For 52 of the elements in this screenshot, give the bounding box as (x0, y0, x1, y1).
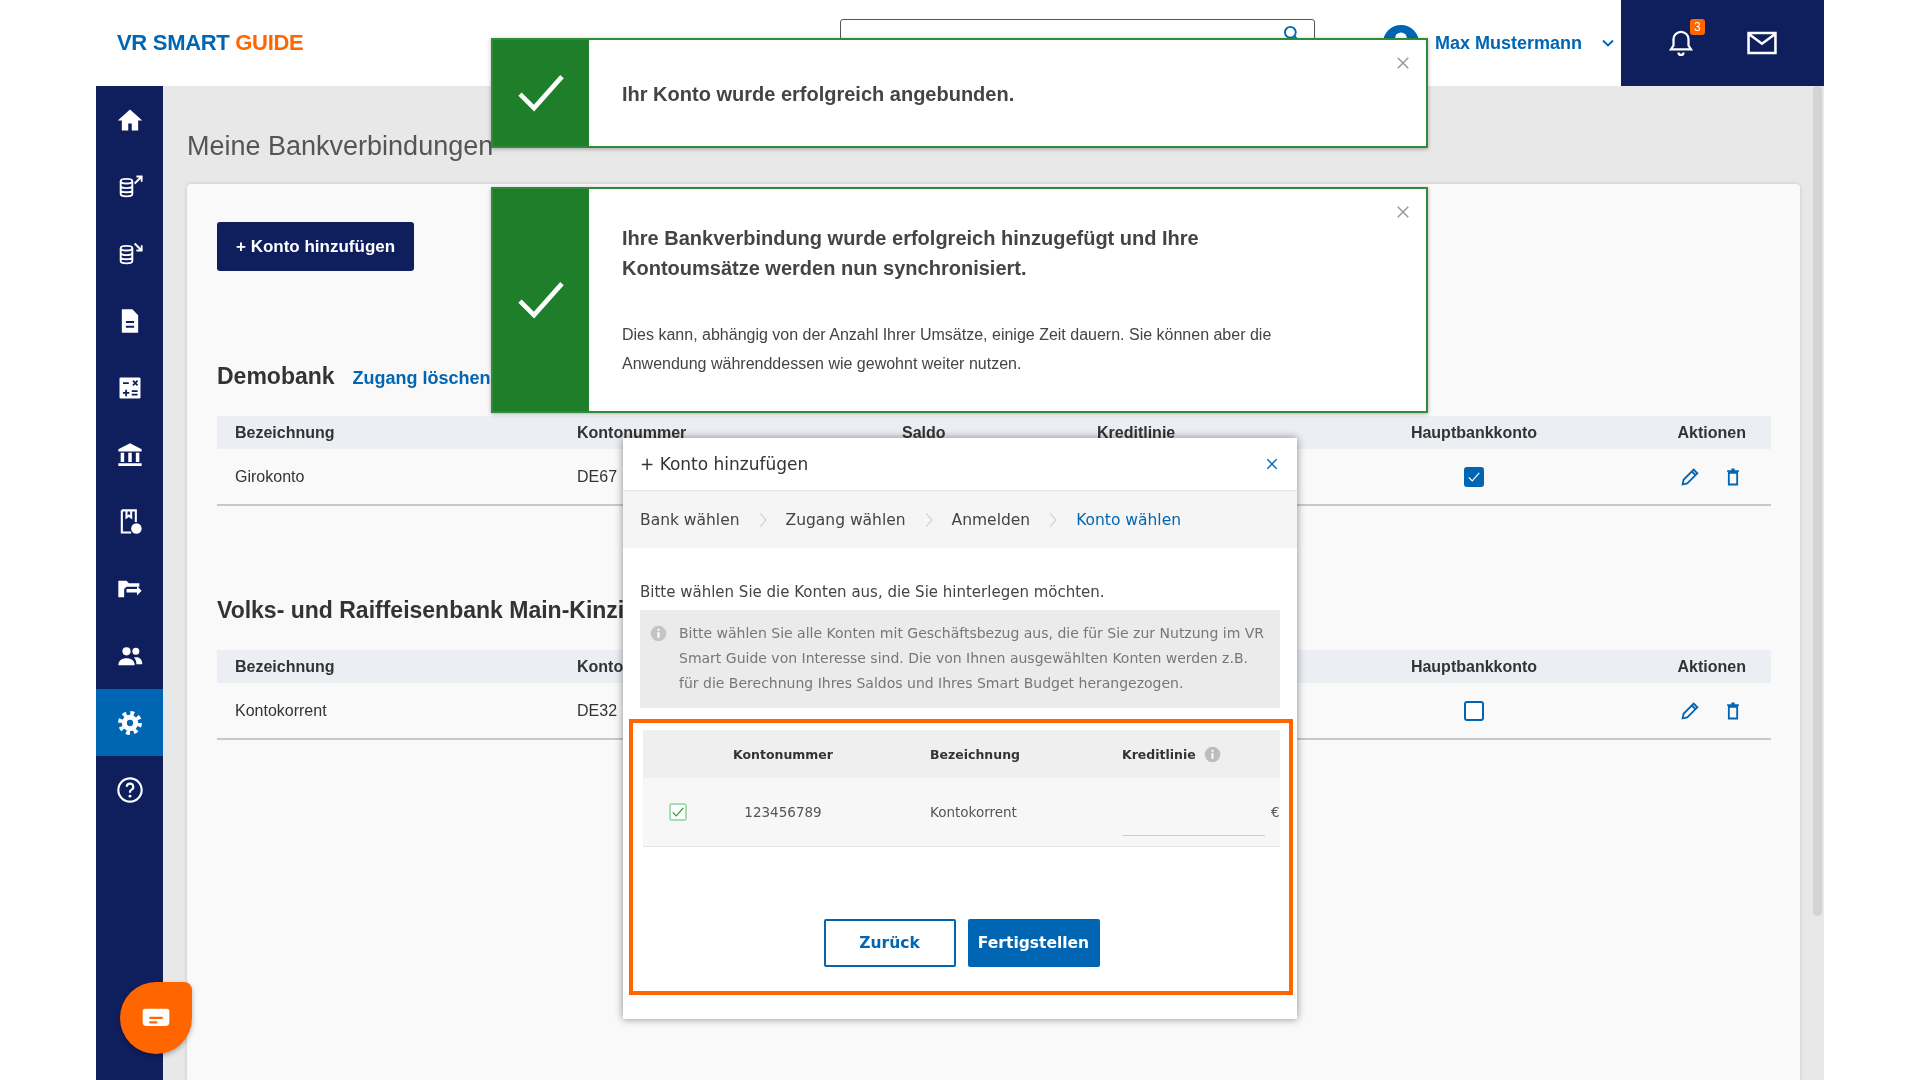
settings-icon (115, 708, 144, 737)
close-button[interactable] (1394, 203, 1412, 221)
user-name[interactable]: Max Mustermann (1435, 32, 1583, 54)
close-icon (1264, 456, 1280, 472)
step-tab[interactable]: Konto wählen (1076, 510, 1181, 529)
toast-title: Ihre Bankverbindung wurde erfolgreich hinzugefügt und Ihre Kontoumsätze werden nun synchronisiert. (622, 226, 1200, 281)
column-header: Hauptbankkonto (1410, 423, 1538, 442)
close-button[interactable] (1264, 456, 1280, 472)
dialog-title: + Konto hinzufügen (640, 454, 809, 474)
info-text: Bitte wählen Sie alle Konten mit Geschäftsbezug aus, die für Sie zur Nutzung im VR Smart Guide von Interesse sind. Die von Ihnen ausgewählten Konten werden z.B. für die Berechnung Ihres Saldos und Ihres Smart Budget herangezogen. (679, 625, 1265, 691)
column-header: Kreditlinie (1122, 746, 1196, 762)
add-account-button[interactable]: + Konto hinzufügen (217, 222, 415, 271)
step-tab[interactable]: Anmelden (951, 510, 1031, 529)
app-logo: VR SMART GUIDE (117, 30, 304, 56)
close-icon (1394, 54, 1412, 72)
column-header: Kontonummer (576, 423, 687, 442)
column-header: Saldo (902, 423, 946, 442)
checkbox[interactable] (1464, 700, 1484, 721)
column-header: Aktionen (1677, 423, 1746, 442)
scrollbar[interactable] (1813, 86, 1822, 916)
column-header: Kreditlinie (1097, 423, 1176, 442)
bank-name: Demobank (217, 363, 335, 390)
delete-access-link[interactable]: Zugang löschen (352, 368, 491, 389)
back-button[interactable]: Zurück (823, 919, 956, 967)
step-tab[interactable]: Bank wählen (640, 510, 740, 529)
notification-badge: 3 (1690, 19, 1705, 35)
checkbox[interactable] (1464, 466, 1484, 487)
column-header: Konto (576, 657, 624, 676)
table-cell-text: DE32 (576, 701, 618, 720)
table-cell: 123456789 (744, 804, 822, 820)
instruction-text: Bitte wählen Sie die Konten aus, die Sie hinterlegen möchten. (640, 583, 1106, 601)
toast-title: Ihr Konto wurde erfolgreich angebunden. (622, 82, 1016, 107)
info-icon (650, 625, 667, 642)
column-header: Kontonummer (733, 746, 833, 762)
column-header: Bezeichnung (234, 423, 335, 442)
column-header: Hauptbankkonto (1410, 657, 1538, 676)
step-tab[interactable]: Zugang wählen (785, 510, 906, 529)
table-cell-text: Kontokorrent (234, 701, 327, 720)
column-header: Bezeichnung (930, 746, 1020, 762)
table-cell-text: Girokonto (234, 467, 305, 486)
help-icon (115, 775, 144, 804)
toast-message: Dies kann, abhängig von der Anzahl Ihrer Umsätze, einige Zeit dauern. Sie können aber die Anwendung währenddessen wie gewohnt weiter nutzen. (622, 325, 1273, 374)
close-icon (1394, 203, 1412, 221)
finish-button[interactable]: Fertigstellen (967, 919, 1100, 967)
table-cell-text: DE67 (576, 467, 618, 486)
bank-name: Volks- und Raiffeisenbank Main-Kinzi (217, 597, 625, 624)
table-cell: Kontokorrent (930, 804, 1017, 820)
close-button[interactable] (1394, 54, 1412, 72)
column-header: Bezeichnung (234, 657, 335, 676)
page-title: Meine Bankverbindungen (187, 130, 495, 163)
column-header: Aktionen (1677, 657, 1746, 676)
currency-label: € (1271, 804, 1280, 820)
